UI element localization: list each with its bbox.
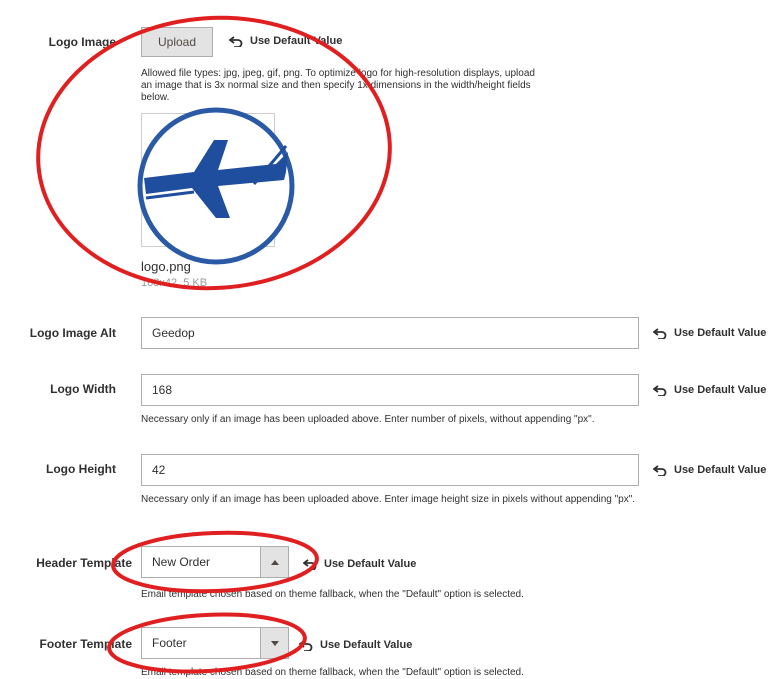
logo-height-input[interactable]: 42 [141,454,639,486]
footer-template-label: Footer Template [39,637,132,651]
undo-arrow-icon [229,35,243,47]
footer-template-select[interactable]: Footer [141,627,289,659]
logo-thumbnail[interactable] [137,107,295,265]
use-default-label: Use Default Value [674,464,767,476]
logo-file-meta: 168x42, 5 KB [141,277,208,289]
undo-arrow-icon [653,384,667,396]
logo-alt-use-default[interactable]: Use Default Value [653,327,766,339]
upload-button[interactable]: Upload [141,27,213,57]
header-template-select[interactable]: New Order [141,546,289,578]
header-template-label: Header Template [36,556,132,570]
use-default-label: Use Default Value [320,639,413,651]
logo-height-note: Necessary only if an image has been uplo… [141,494,636,505]
logo-image-use-default[interactable]: Use Default Value [229,35,342,47]
header-template-note: Email template chosen based on theme fal… [141,589,524,600]
logo-file-name: logo.png [141,259,191,274]
undo-arrow-icon [653,464,667,476]
logo-height-label: Logo Height [46,462,116,476]
footer-template-use-default[interactable]: Use Default Value [299,639,412,651]
header-template-use-default[interactable]: Use Default Value [303,558,416,570]
logo-width-input[interactable]: 168 [141,374,639,406]
use-default-label: Use Default Value [674,327,767,339]
use-default-label: Use Default Value [250,35,343,47]
caret-down-icon [260,628,288,658]
undo-arrow-icon [299,639,313,651]
logo-width-note: Necessary only if an image has been uplo… [141,414,595,425]
undo-arrow-icon [303,558,317,570]
header-template-value: New Order [152,555,211,569]
logo-image-note: Allowed file types: jpg, jpeg, gif, png.… [141,68,535,103]
logo-width-use-default[interactable]: Use Default Value [653,384,766,396]
logo-image-label: Logo Image [48,35,116,49]
logo-alt-label: Logo Image Alt [29,326,116,340]
footer-template-value: Footer [152,636,187,650]
undo-arrow-icon [653,327,667,339]
use-default-label: Use Default Value [674,384,767,396]
use-default-label: Use Default Value [324,558,417,570]
logo-height-use-default[interactable]: Use Default Value [653,464,766,476]
logo-alt-input[interactable]: Geedop [141,317,639,349]
footer-template-note: Email template chosen based on theme fal… [141,667,524,678]
caret-up-icon [260,547,288,577]
logo-width-label: Logo Width [50,382,116,396]
airplane-logo-icon [137,107,295,265]
